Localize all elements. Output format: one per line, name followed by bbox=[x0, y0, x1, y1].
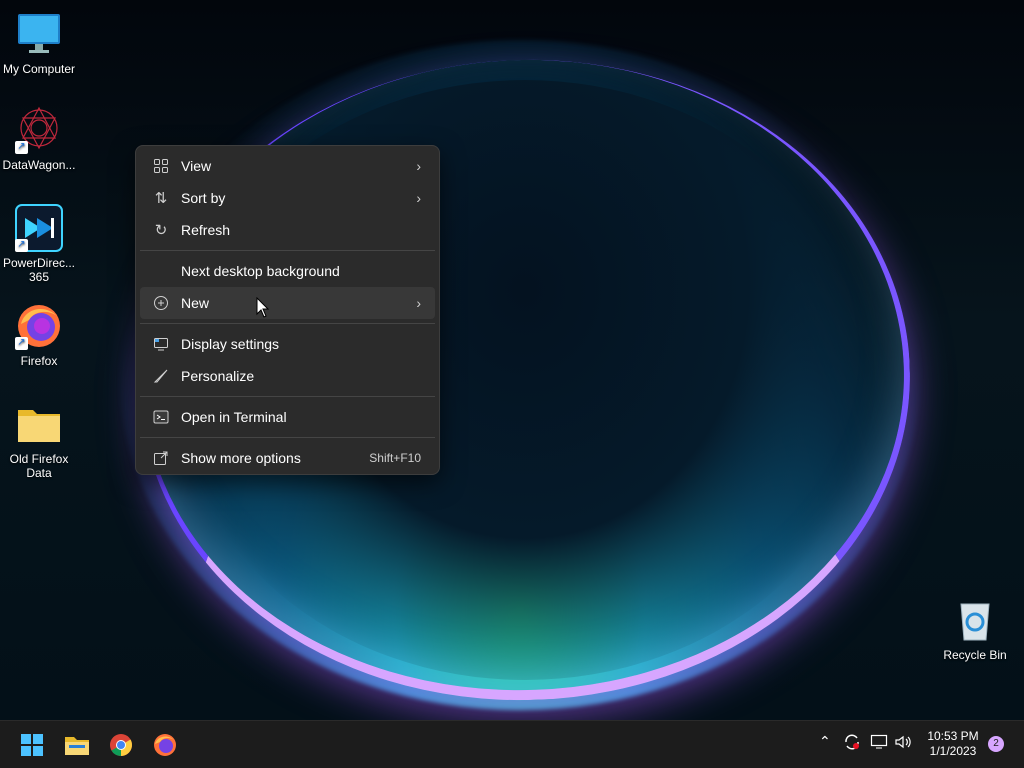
taskbar-clock[interactable]: 10:53 PM 1/1/2023 bbox=[922, 729, 984, 759]
menu-separator bbox=[140, 250, 435, 251]
desktop-icon-recycle-bin[interactable]: Recycle Bin bbox=[936, 596, 1014, 662]
menu-item-refresh[interactable]: ↻ Refresh bbox=[140, 214, 435, 246]
menu-item-label: Show more options bbox=[181, 450, 301, 466]
menu-item-label: Personalize bbox=[181, 368, 255, 384]
desktop-icon-label: Firefox bbox=[20, 354, 58, 368]
menu-item-label: Display settings bbox=[181, 336, 280, 352]
menu-item-label: Sort by bbox=[181, 190, 226, 206]
refresh-icon: ↻ bbox=[154, 222, 168, 239]
volume-icon[interactable] bbox=[894, 733, 912, 754]
menu-item-label: Next desktop background bbox=[181, 263, 340, 279]
shortcut-arrow-icon: ↗ bbox=[15, 337, 28, 350]
shortcut-arrow-icon: ↗ bbox=[15, 141, 28, 154]
desktop-icon-powerdirector[interactable]: ↗ PowerDirec... 365 bbox=[0, 204, 78, 284]
monitor-icon bbox=[15, 10, 63, 58]
menu-item-sort-by[interactable]: ⇅ Sort by › bbox=[140, 182, 435, 214]
desktop-icon-label: Old Firefox Data bbox=[9, 452, 69, 480]
desktop-icon-label: PowerDirec... 365 bbox=[2, 256, 76, 284]
recycle-bin-icon bbox=[951, 596, 999, 644]
menu-item-label: New bbox=[181, 295, 210, 311]
sort-icon: ⇅ bbox=[154, 190, 168, 207]
menu-separator bbox=[140, 437, 435, 438]
terminal-icon bbox=[152, 408, 170, 426]
windows-logo-icon bbox=[21, 734, 43, 756]
chrome-button[interactable] bbox=[105, 729, 137, 761]
chevron-right-icon: › bbox=[416, 295, 421, 311]
plus-circle-icon bbox=[152, 294, 170, 312]
menu-item-show-more-options[interactable]: Show more options Shift+F10 bbox=[140, 442, 435, 474]
menu-item-open-in-terminal[interactable]: Open in Terminal bbox=[140, 401, 435, 433]
menu-separator bbox=[140, 396, 435, 397]
clock-time: 10:53 PM bbox=[927, 729, 979, 743]
desktop-icon-firefox[interactable]: ↗ Firefox bbox=[0, 302, 78, 368]
desktop-icon-datawagon[interactable]: ↗ DataWagon... bbox=[0, 106, 78, 172]
show-hidden-icons-button[interactable]: ⌃ bbox=[819, 733, 831, 750]
menu-item-label: Open in Terminal bbox=[181, 409, 287, 425]
menu-separator bbox=[140, 323, 435, 324]
shortcut-arrow-icon: ↗ bbox=[15, 239, 28, 252]
firefox-icon bbox=[154, 734, 176, 756]
brush-icon bbox=[152, 367, 170, 385]
network-icon[interactable] bbox=[870, 733, 888, 754]
desktop-icon-label: Recycle Bin bbox=[943, 648, 1007, 662]
keyboard-shortcut-label: Shift+F10 bbox=[369, 451, 421, 465]
menu-item-next-desktop-background[interactable]: Next desktop background bbox=[140, 255, 435, 287]
powerdirector-icon: ↗ bbox=[15, 204, 63, 252]
grid-icon bbox=[152, 157, 170, 175]
firefox-taskbar-button[interactable] bbox=[149, 729, 181, 761]
menu-item-label: View bbox=[181, 158, 212, 174]
mouse-pointer-icon bbox=[256, 296, 270, 324]
firefox-icon: ↗ bbox=[15, 302, 63, 350]
chevron-right-icon: › bbox=[416, 190, 421, 206]
sync-icon[interactable] bbox=[843, 733, 861, 754]
menu-item-display-settings[interactable]: Display settings bbox=[140, 328, 435, 360]
folder-icon bbox=[15, 400, 63, 448]
notification-badge[interactable]: 2 bbox=[988, 736, 1004, 752]
clock-date: 1/1/2023 bbox=[929, 744, 977, 758]
desktop-context-menu: View › ⇅ Sort by › ↻ Refresh Next deskto… bbox=[135, 145, 440, 475]
datawagon-logo-icon: ↗ bbox=[15, 106, 63, 154]
share-icon bbox=[152, 449, 170, 467]
file-explorer-icon bbox=[65, 737, 89, 755]
desktop-icon-old-firefox-data[interactable]: Old Firefox Data bbox=[0, 400, 78, 480]
desktop-icon-label: My Computer bbox=[2, 62, 76, 76]
display-icon bbox=[152, 335, 170, 353]
chrome-icon bbox=[110, 734, 132, 756]
start-button[interactable] bbox=[16, 729, 48, 761]
taskbar: ⌃ 10:53 PM 1/1/2023 bbox=[0, 720, 1024, 768]
menu-item-label: Refresh bbox=[181, 222, 231, 238]
desktop-icon-label: DataWagon... bbox=[2, 158, 76, 172]
menu-item-personalize[interactable]: Personalize bbox=[140, 360, 435, 392]
file-explorer-button[interactable] bbox=[61, 729, 93, 761]
menu-item-new[interactable]: New › bbox=[140, 287, 435, 319]
desktop-icon-my-computer[interactable]: My Computer bbox=[0, 10, 78, 76]
chevron-right-icon: › bbox=[416, 158, 421, 174]
menu-item-view[interactable]: View › bbox=[140, 150, 435, 182]
